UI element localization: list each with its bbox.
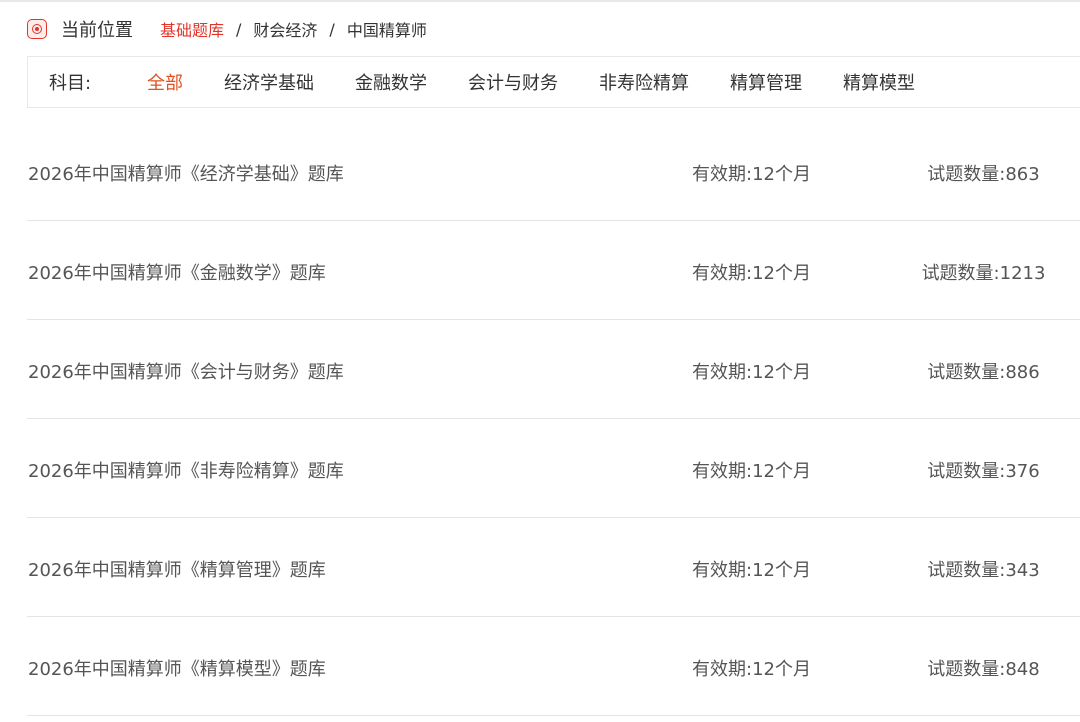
validity-period: 有效期:12个月 xyxy=(692,560,811,581)
breadcrumb: 当前位置 基础题库 / 财会经济 / 中国精算师 xyxy=(27,14,427,44)
question-bank-title[interactable]: 2026年中国精算师《经济学基础》题库 xyxy=(28,160,344,186)
question-bank-title[interactable]: 2026年中国精算师《非寿险精算》题库 xyxy=(28,457,344,483)
breadcrumb-item-actuary[interactable]: 中国精算师 xyxy=(347,17,427,41)
breadcrumb-item-finance-economics[interactable]: 财会经济 xyxy=(253,17,317,41)
question-bank-row[interactable]: 2026年中国精算师《经济学基础》题库 有效期:12个月 试题数量:863 xyxy=(27,122,1080,221)
question-count: 试题数量:863 xyxy=(927,164,1040,185)
validity-period: 有效期:12个月 xyxy=(692,659,811,680)
question-count: 试题数量:343 xyxy=(927,560,1040,581)
top-divider xyxy=(0,0,1080,2)
question-bank-title[interactable]: 2026年中国精算师《精算模型》题库 xyxy=(28,655,326,681)
question-bank-row[interactable]: 2026年中国精算师《精算管理》题库 有效期:12个月 试题数量:343 xyxy=(27,518,1080,617)
location-target-icon xyxy=(27,19,47,39)
filter-tab-accounting-finance[interactable]: 会计与财务 xyxy=(468,69,558,95)
question-bank-row[interactable]: 2026年中国精算师《非寿险精算》题库 有效期:12个月 试题数量:376 xyxy=(27,419,1080,518)
breadcrumb-item-basic-bank[interactable]: 基础题库 xyxy=(160,17,224,41)
filter-tab-financial-math[interactable]: 金融数学 xyxy=(355,69,427,95)
question-bank-row[interactable]: 2026年中国精算师《金融数学》题库 有效期:12个月 试题数量:1213 xyxy=(27,221,1080,320)
filter-tab-actuarial-management[interactable]: 精算管理 xyxy=(730,69,802,95)
question-count: 试题数量:376 xyxy=(927,461,1040,482)
current-location-label: 当前位置 xyxy=(61,20,133,41)
breadcrumb-separator: / xyxy=(236,19,242,39)
validity-period: 有效期:12个月 xyxy=(692,263,811,284)
filter-tab-economics-basics[interactable]: 经济学基础 xyxy=(224,69,314,95)
question-bank-title[interactable]: 2026年中国精算师《精算管理》题库 xyxy=(28,556,326,582)
question-bank-list: 2026年中国精算师《经济学基础》题库 有效期:12个月 试题数量:863 20… xyxy=(27,122,1080,716)
filter-tab-all[interactable]: 全部 xyxy=(147,69,183,95)
question-bank-title[interactable]: 2026年中国精算师《会计与财务》题库 xyxy=(28,358,344,384)
breadcrumb-separator: / xyxy=(329,19,335,39)
subject-filter-bar: 科目: 全部 经济学基础 金融数学 会计与财务 非寿险精算 精算管理 精算模型 xyxy=(27,56,1080,108)
validity-period: 有效期:12个月 xyxy=(692,164,811,185)
question-bank-row[interactable]: 2026年中国精算师《会计与财务》题库 有效期:12个月 试题数量:886 xyxy=(27,320,1080,419)
question-count: 试题数量:886 xyxy=(927,362,1040,383)
subject-filter-label: 科目: xyxy=(49,73,92,94)
filter-tab-non-life-actuarial[interactable]: 非寿险精算 xyxy=(599,69,689,95)
question-bank-title[interactable]: 2026年中国精算师《金融数学》题库 xyxy=(28,259,326,285)
question-count: 试题数量:848 xyxy=(927,659,1040,680)
question-bank-row[interactable]: 2026年中国精算师《精算模型》题库 有效期:12个月 试题数量:848 xyxy=(27,617,1080,716)
filter-tab-actuarial-models[interactable]: 精算模型 xyxy=(843,69,915,95)
validity-period: 有效期:12个月 xyxy=(692,461,811,482)
validity-period: 有效期:12个月 xyxy=(692,362,811,383)
question-count: 试题数量:1213 xyxy=(921,263,1046,284)
